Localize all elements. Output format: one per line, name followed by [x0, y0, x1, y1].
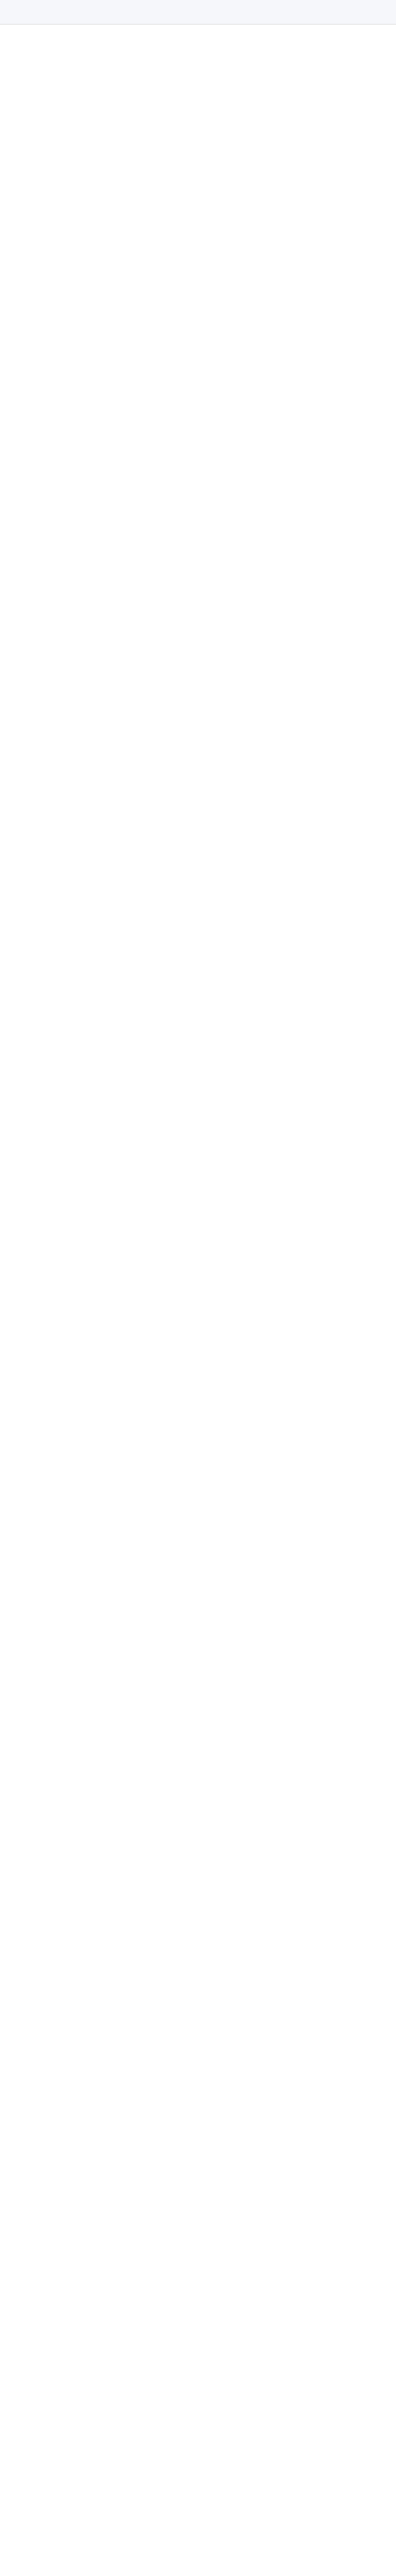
table-header	[0, 0, 396, 25]
stock-table	[0, 0, 396, 25]
page	[0, 0, 396, 25]
